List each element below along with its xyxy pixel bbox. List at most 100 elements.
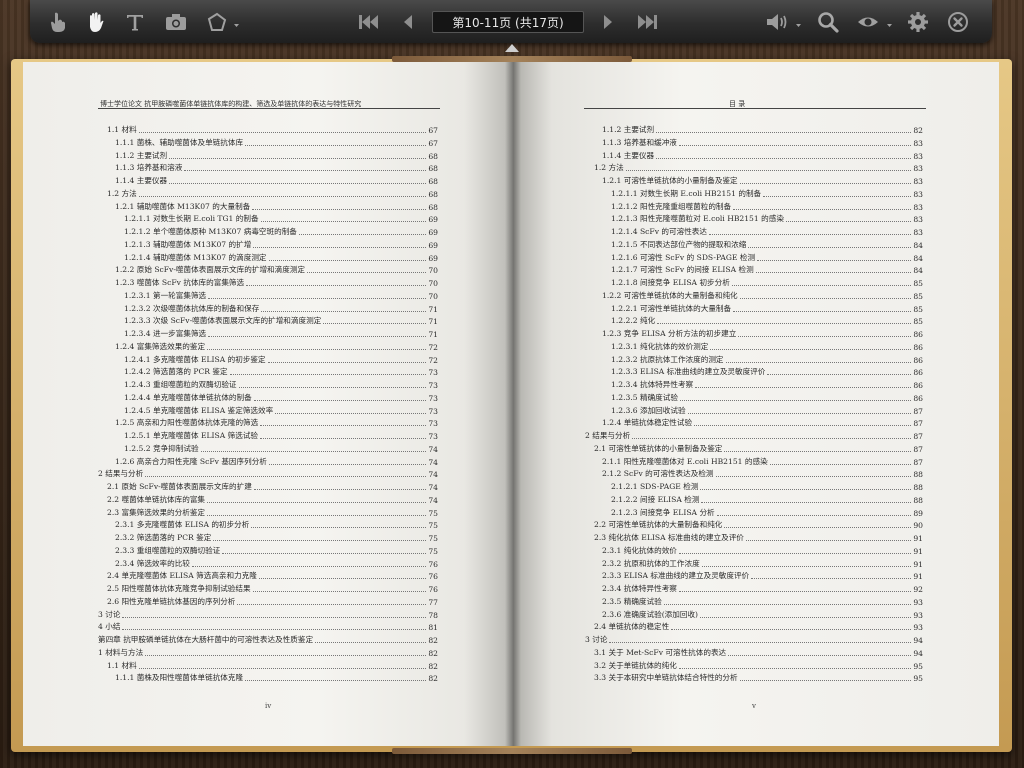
toc-entry[interactable]: 2.3 纯化抗体 ELISA 标准曲线的建立及评价 91 <box>594 531 923 543</box>
toc-entry[interactable]: 1.2.3.3 ELISA 标准曲线的建立及灵敏度评价 86 <box>611 365 923 377</box>
hand-icon[interactable] <box>84 10 108 34</box>
toc-entry[interactable]: 1.1 材料 82 <box>107 659 438 671</box>
toc-entry[interactable]: 1.2 方法 83 <box>594 161 923 173</box>
close-icon[interactable] <box>946 10 970 34</box>
toc-entry[interactable]: 1.2.4.5 单克隆噬菌体 ELISA 鉴定筛选效率 73 <box>124 404 438 416</box>
toc-entry[interactable]: 1.2.3.1 纯化抗体的效价测定 86 <box>611 340 923 352</box>
toc-entry[interactable]: 2.3.4 筛选效率的比较 76 <box>115 557 438 569</box>
toc-entry[interactable]: 1.2.1.3 阳性克隆噬菌粒对 E.coli HB2151 的感染 83 <box>611 212 923 224</box>
toc-entry[interactable]: 2.4 单克隆噬菌体 ELISA 筛选高亲和力克隆 76 <box>107 569 438 581</box>
shape-icon[interactable] <box>204 10 242 34</box>
toc-entry[interactable]: 1.2.1.3 辅助噬菌体 M13K07 的扩增 69 <box>124 238 438 250</box>
toc-entry[interactable]: 1.2.3.3 次级 ScFv-噬菌体表面展示文库的扩增和滴度测定 71 <box>124 314 438 326</box>
toc-entry[interactable]: 1.2.4 富集筛选效果的鉴定 72 <box>115 340 438 352</box>
camera-icon[interactable] <box>163 10 189 34</box>
toc-entry[interactable]: 1.1.1 菌株、辅助噬菌体及单链抗体库 67 <box>115 136 438 148</box>
toc-entry[interactable]: 1.2.2 可溶性单链抗体的大量制备和纯化 85 <box>602 289 923 301</box>
toc-entry[interactable]: 1.2.3.2 抗原抗体工作浓度的测定 86 <box>611 353 923 365</box>
toc-entry[interactable]: 2.3.5 精确度试验 93 <box>602 595 923 607</box>
toc-entry[interactable]: 1.2.6 高亲合力阳性克隆 ScFv 基因序列分析 74 <box>115 455 438 467</box>
toc-entry[interactable]: 1.2.3 竞争 ELISA 分析方法的初步建立 86 <box>602 327 923 339</box>
toc-entry[interactable]: 1.2.4.2 筛选菌落的 PCR 鉴定 73 <box>124 365 438 377</box>
page-indicator[interactable]: 第10-11页 (共17页) <box>432 11 584 33</box>
toc-entry[interactable]: 1.2.4.1 多克隆噬菌体 ELISA 的初步鉴定 72 <box>124 353 438 365</box>
toc-entry[interactable]: 1.1 材料 67 <box>107 123 438 135</box>
toc-entry[interactable]: 2 结果与分析 74 <box>98 467 438 479</box>
toc-entry[interactable]: 3 讨论 94 <box>585 633 923 645</box>
toc-entry[interactable]: 2.3.2 筛选菌落的 PCR 鉴定 75 <box>115 531 438 543</box>
toc-entry[interactable]: 1.2.2.1 可溶性单链抗体的大量制备 85 <box>611 302 923 314</box>
right-page[interactable]: 目 录 1.1.2 主要试剂 82 1.1.3 培养基和缓冲液 83 1.1.4 主要仪… <box>513 62 999 746</box>
toc-entry[interactable]: 2.1.2.1 SDS-PAGE 检测 88 <box>611 480 923 492</box>
toc-entry[interactable]: 1.2.4.4 单克隆噬菌体单链抗体的制备 73 <box>124 391 438 403</box>
toc-entry[interactable]: 1.2.3.4 抗体特异性考察 86 <box>611 378 923 390</box>
toc-entry[interactable]: 3.1 关于 Met-ScFv 可溶性抗体的表达 94 <box>594 646 923 658</box>
toc-entry[interactable]: 2.3.3 ELISA 标准曲线的建立及灵敏度评价 91 <box>602 569 923 581</box>
toc-entry[interactable]: 1.2.5 高亲和力阳性噬菌体抗体克隆的筛选 73 <box>115 416 438 428</box>
volume-icon[interactable] <box>764 10 804 34</box>
toc-entry[interactable]: 2.1.1 阳性克隆噬菌体对 E.coli HB2151 的感染 87 <box>602 455 923 467</box>
toc-entry[interactable]: 2 结果与分析 87 <box>585 429 923 441</box>
text-icon[interactable] <box>123 10 147 34</box>
toc-entry[interactable]: 1.1.2 主要试剂 82 <box>602 123 923 135</box>
toc-entry[interactable]: 1.2.4.3 重组噬菌粒的双酶切验证 73 <box>124 378 438 390</box>
toc-entry[interactable]: 1.2.3.4 进一步富集筛选 71 <box>124 327 438 339</box>
toc-entry[interactable]: 2.2 可溶性单链抗体的大量制备和纯化 90 <box>594 518 923 530</box>
toc-entry[interactable]: 1.2.1 可溶性单链抗体的小量制备及鉴定 83 <box>602 174 923 186</box>
toc-entry[interactable]: 1.2.3.2 次级噬菌体抗体库的制备和保存 71 <box>124 302 438 314</box>
toc-entry[interactable]: 1.1.4 主要仪器 68 <box>115 174 438 186</box>
toc-entry[interactable]: 2.6 阳性克隆单链抗体基因的序列分析 77 <box>107 595 438 607</box>
search-icon[interactable] <box>816 10 840 34</box>
toc-entry[interactable]: 1.2.1.5 不同表达部位产物的提取和浓缩 84 <box>611 238 923 250</box>
toc-entry[interactable]: 1.1.2 主要试剂 68 <box>115 149 438 161</box>
toc-entry[interactable]: 1.2.1.6 可溶性 SсFv 的 SDS-PAGE 检测 84 <box>611 251 923 263</box>
next-page-icon[interactable] <box>598 10 618 34</box>
toc-entry[interactable]: 1.2.5.2 竞争抑制试验 74 <box>124 442 438 454</box>
first-page-icon[interactable] <box>356 10 382 34</box>
toolbar-pull-tab[interactable] <box>505 44 519 52</box>
toc-entry[interactable]: 1.2.3.5 精确度试验 86 <box>611 391 923 403</box>
toc-entry[interactable]: 1.1.4 主要仪器 83 <box>602 149 923 161</box>
toc-entry[interactable]: 1.2.3 噬菌体 ScFv 抗体库的富集筛选 70 <box>115 276 438 288</box>
toc-entry[interactable]: 1.1.3 培养基和溶液 68 <box>115 161 438 173</box>
toc-entry[interactable]: 1.2.2 原始 ScFv-噬菌体表面展示文库的扩增和滴度测定 70 <box>115 263 438 275</box>
toc-entry[interactable]: 1.2.4 单链抗体稳定性试验 87 <box>602 416 923 428</box>
toc-entry[interactable]: 1.2.1.2 单个噬菌体原种 M13K07 病毒空斑的制备 69 <box>124 225 438 237</box>
toc-entry[interactable]: 1.2 方法 68 <box>107 187 438 199</box>
pointer-icon[interactable] <box>46 10 70 34</box>
eye-icon[interactable] <box>856 10 896 34</box>
toc-entry[interactable]: 1.2.3.6 添加回收试验 87 <box>611 404 923 416</box>
toc-entry[interactable]: 2.3.1 纯化抗体的效价 91 <box>602 544 923 556</box>
left-page[interactable]: 博士学位论文 抗甲胺磷噬菌体单链抗体库的构建、筛选及单链抗体的表达与特性研究 1… <box>23 62 513 746</box>
toc-entry[interactable]: 2.4 单链抗体的稳定性 93 <box>594 620 923 632</box>
toc-entry[interactable]: 1.2.2.2 纯化 85 <box>611 314 923 326</box>
prev-page-icon[interactable] <box>398 10 418 34</box>
toc-entry[interactable]: 第四章 抗甲胺磷单链抗体在大肠杆菌中的可溶性表达及性质鉴定 82 <box>98 633 438 645</box>
toc-entry[interactable]: 1.2.1.7 可溶性 ScFv 的间接 ELISA 检测 84 <box>611 263 923 275</box>
toc-entry[interactable]: 2.1.2 ScFv 的可溶性表达及检测 88 <box>602 467 923 479</box>
toc-entry[interactable]: 1.2.3.1 第一轮富集筛选 70 <box>124 289 438 301</box>
toc-entry[interactable]: 2.3.3 重组噬菌粒的双酶切验证 75 <box>115 544 438 556</box>
toc-entry[interactable]: 4 小结 81 <box>98 620 438 632</box>
toc-entry[interactable]: 1.2.1.4 SсFv 的可溶性表达 83 <box>611 225 923 237</box>
toc-entry[interactable]: 3.3 关于本研究中单链抗体结合特性的分析 95 <box>594 671 923 683</box>
toc-entry[interactable]: 2.1 可溶性单链抗体的小量制备及鉴定 87 <box>594 442 923 454</box>
toc-entry[interactable]: 1.2.1.2 阳性克隆重组噬菌粒的制备 83 <box>611 200 923 212</box>
toc-entry[interactable]: 2.1.2.2 间接 ELISA 检测 88 <box>611 493 923 505</box>
toc-entry[interactable]: 2.2 噬菌体单链抗体库的富集 74 <box>107 493 438 505</box>
toc-entry[interactable]: 1.2.5.1 单克隆噬菌体 ELISA 筛选试验 73 <box>124 429 438 441</box>
toc-entry[interactable]: 1.2.1 辅助噬菌体 M13K07 的大量制备 68 <box>115 200 438 212</box>
toc-entry[interactable]: 2.5 阳性噬菌体抗体克隆竞争抑制试验结果 76 <box>107 582 438 594</box>
toc-entry[interactable]: 2.1 原始 ScFv-噬菌体表面展示文库的扩建 74 <box>107 480 438 492</box>
toc-entry[interactable]: 3 讨论 78 <box>98 608 438 620</box>
toc-entry[interactable]: 1.2.1.1 对数生长期 E.coli TG1 的制备 69 <box>124 212 438 224</box>
gear-icon[interactable] <box>906 10 930 34</box>
toc-entry[interactable]: 2.3.4 抗体特异性考察 92 <box>602 582 923 594</box>
toc-entry[interactable]: 1.2.1.1 对数生长期 E.coli HB2151 的制备 83 <box>611 187 923 199</box>
toc-entry[interactable]: 1 材料与方法 82 <box>98 646 438 658</box>
toc-entry[interactable]: 1.2.1.4 辅助噬菌体 M13K07 的滴度测定 69 <box>124 251 438 263</box>
toc-entry[interactable]: 1.1.1 菌株及阳性噬菌体单链抗体克隆 82 <box>115 671 438 683</box>
toc-entry[interactable]: 1.1.3 培养基和缓冲液 83 <box>602 136 923 148</box>
toc-entry[interactable]: 2.3.1 多克隆噬菌体 ELISA 的初步分析 75 <box>115 518 438 530</box>
toc-entry[interactable]: 3.2 关于单链抗体的纯化 95 <box>594 659 923 671</box>
